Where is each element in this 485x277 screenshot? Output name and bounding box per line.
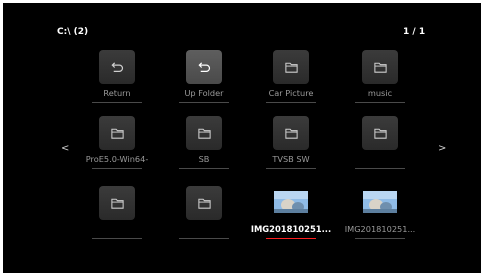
tile — [273, 116, 309, 150]
folder-icon — [110, 198, 124, 209]
underline — [179, 238, 229, 239]
underline — [179, 168, 229, 169]
grid-item-image[interactable]: IMG201810251... — [342, 186, 418, 246]
grid-item-sb[interactable]: SB — [166, 116, 242, 176]
image-thumbnail — [363, 191, 397, 213]
current-path: C:\ (2) — [57, 27, 89, 37]
return-icon — [110, 61, 123, 72]
up-folder-icon — [197, 61, 210, 72]
page-indicator: 1 / 1 — [403, 27, 426, 37]
tile — [186, 116, 222, 150]
underline — [266, 102, 316, 103]
grid-item-label: TVSB SW — [272, 154, 310, 164]
underline — [355, 102, 405, 103]
underline — [355, 168, 405, 169]
grid-item-label: Up Folder — [184, 88, 224, 98]
underline — [92, 168, 142, 169]
underline — [266, 168, 316, 169]
grid-item-return[interactable]: Return — [79, 50, 155, 110]
tile — [99, 116, 135, 150]
folder-icon — [197, 198, 211, 209]
folder-icon — [110, 128, 124, 139]
grid-item-label: IMG201810251... — [250, 224, 332, 234]
tile — [362, 116, 398, 150]
previous-page-arrow-icon[interactable]: < — [61, 143, 69, 154]
grid-item-image-focused[interactable]: IMG201810251... — [251, 186, 331, 246]
grid-item-label: music — [367, 88, 393, 98]
grid-item-music[interactable]: music — [342, 50, 418, 110]
grid-item-car-picture[interactable]: Car Picture — [253, 50, 329, 110]
grid-item-up-folder[interactable]: Up Folder — [166, 50, 242, 110]
underline — [179, 102, 229, 103]
tile — [273, 50, 309, 84]
grid-item-label: IMG201810251... — [344, 224, 416, 234]
tile — [99, 186, 135, 220]
grid-item-label: Return — [103, 88, 131, 98]
folder-icon — [284, 62, 298, 73]
tile — [186, 50, 222, 84]
grid-item-folder[interactable] — [166, 186, 242, 246]
file-browser-screen: C:\ (2) 1 / 1 < > Return Up Folder Car P… — [3, 3, 481, 273]
focus-underline — [266, 238, 316, 239]
folder-icon — [373, 128, 387, 139]
grid-item-label: SB — [198, 154, 210, 164]
underline — [355, 238, 405, 239]
grid-item-tvsb-sw[interactable]: TVSB SW — [253, 116, 329, 176]
folder-icon — [373, 62, 387, 73]
tile — [186, 186, 222, 220]
next-page-arrow-icon[interactable]: > — [438, 143, 446, 154]
grid-item-folder[interactable] — [342, 116, 418, 176]
image-thumbnail — [274, 191, 308, 213]
grid-item-proe[interactable]: ProE5.0-Win64- — [79, 116, 155, 176]
grid-item-folder[interactable] — [79, 186, 155, 246]
underline — [92, 238, 142, 239]
tile — [99, 50, 135, 84]
grid-item-label: ProE5.0-Win64- — [85, 154, 149, 164]
grid-item-label: Car Picture — [268, 88, 314, 98]
underline — [92, 102, 142, 103]
folder-icon — [197, 128, 211, 139]
folder-icon — [284, 128, 298, 139]
tile — [362, 50, 398, 84]
